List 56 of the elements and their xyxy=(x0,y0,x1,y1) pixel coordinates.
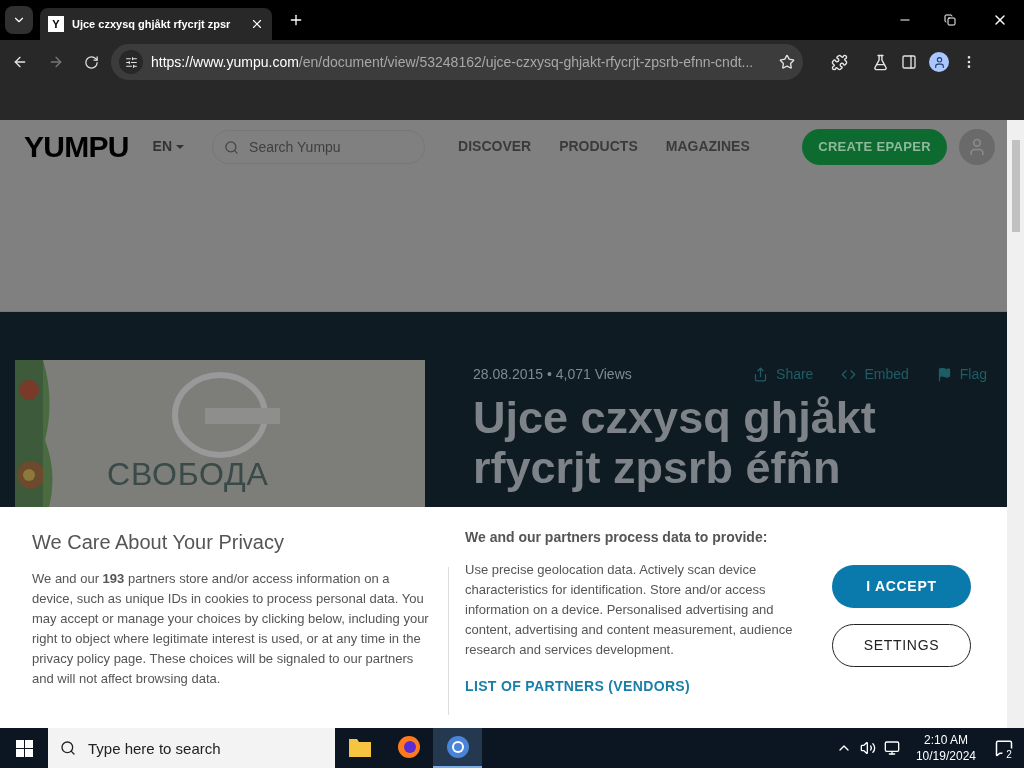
date: 10/19/2024 xyxy=(915,748,976,764)
code-icon xyxy=(841,367,857,382)
browser-tab[interactable]: Y Ujce czxysq ghjåkt rfycrjt zpsr xyxy=(40,8,272,40)
action-link[interactable]: Embed xyxy=(841,364,909,385)
network-icon[interactable] xyxy=(883,740,900,756)
start-icon[interactable] xyxy=(16,739,33,757)
taskbar-search[interactable]: Type here to search xyxy=(48,728,335,768)
restore-icon[interactable] xyxy=(944,14,956,26)
tab-list-button[interactable] xyxy=(5,6,33,34)
reload-icon[interactable] xyxy=(84,54,99,70)
close-icon[interactable] xyxy=(250,17,264,31)
tab-title: Ujce czxysq ghjåkt rfycrjt zpsr xyxy=(72,16,232,32)
scrollbar[interactable] xyxy=(1007,120,1024,728)
nav-link[interactable]: DISCOVER xyxy=(458,136,532,157)
search-field[interactable]: Search Yumpu xyxy=(212,129,426,164)
logo[interactable]: YUMPU xyxy=(24,124,129,169)
flag-icon xyxy=(936,367,952,382)
browser-icon xyxy=(445,735,470,759)
fox-icon xyxy=(396,735,421,759)
time: 2:10 AM xyxy=(923,732,968,748)
address-bar[interactable]: https://www.yumpu.com/en/document/view/53248162/ujce-czxysq-ghjakt-rfycrjt-zpsrb-efnn-cndt... xyxy=(111,44,803,80)
search-icon xyxy=(60,740,76,756)
folder-icon xyxy=(347,736,372,758)
site-icon: Y xyxy=(48,16,64,32)
bookmark-icon[interactable] xyxy=(779,54,795,70)
document-meta: 28.08.2015 • 4,071 Views xyxy=(473,365,632,384)
new-tab-icon[interactable] xyxy=(288,12,304,28)
document-title: Ujce czxysq ghjåkt rfycrjt zpsrb éfñn xyxy=(473,393,877,493)
accept-button[interactable]: I ACCEPT xyxy=(832,565,971,608)
share-icon xyxy=(753,367,769,382)
cover-title: СВОБОДА xyxy=(107,456,269,492)
action-link[interactable]: Flag xyxy=(936,364,987,385)
extensions-icon[interactable] xyxy=(831,53,848,71)
search-icon xyxy=(224,139,240,155)
partners-link[interactable]: LIST OF PARTNERS (VENDORS) xyxy=(465,676,815,697)
clock[interactable]: 2:10 AM 10/19/2024 xyxy=(915,732,976,764)
flask-icon[interactable] xyxy=(872,53,889,71)
forward-icon[interactable] xyxy=(48,54,64,70)
side-panel-icon[interactable] xyxy=(901,54,917,70)
create-epaper-button[interactable]: CREATE EPAPER xyxy=(802,128,947,165)
privacy-text: We and our 193 partners store and/or access information on a device, such as unique IDs in cookies to process personal data. You may accept or manage your choices by clicking below, including your right to object where legitimate interest is used, or at any time in the privacy policy page. These choices will be signaled to our partners and will not affect browsing data. xyxy=(32,570,430,688)
url-text: https://www.yumpu.com/en/document/view/53248162/ujce-czxysq-ghjakt-rfycrjt-zpsrb-efnn-cndt... xyxy=(151,52,755,72)
person-icon xyxy=(932,55,946,69)
nav-link[interactable]: MAGAZINES xyxy=(665,136,750,157)
action-link[interactable]: Share xyxy=(753,364,814,385)
purposes-text: Use precise geolocation data. Actively scan device characteristics for identification. Store and/or access information on a device. Personalised advertising and content, advertising and content measurement, audience research and services development. xyxy=(465,561,794,659)
language-selector[interactable]: EN xyxy=(152,136,185,157)
profile-icon[interactable] xyxy=(929,52,949,72)
site-settings-icon xyxy=(124,55,138,69)
taskbar-app[interactable] xyxy=(433,728,482,768)
notifications-button[interactable]: 2 xyxy=(984,728,1024,768)
purposes-heading: We and our partners process data to provide: xyxy=(465,528,769,547)
person-icon xyxy=(967,136,987,157)
nav-link[interactable]: PRODUCTS xyxy=(559,136,638,157)
privacy-heading: We Care About Your Privacy xyxy=(32,530,285,555)
back-icon[interactable] xyxy=(12,54,28,70)
